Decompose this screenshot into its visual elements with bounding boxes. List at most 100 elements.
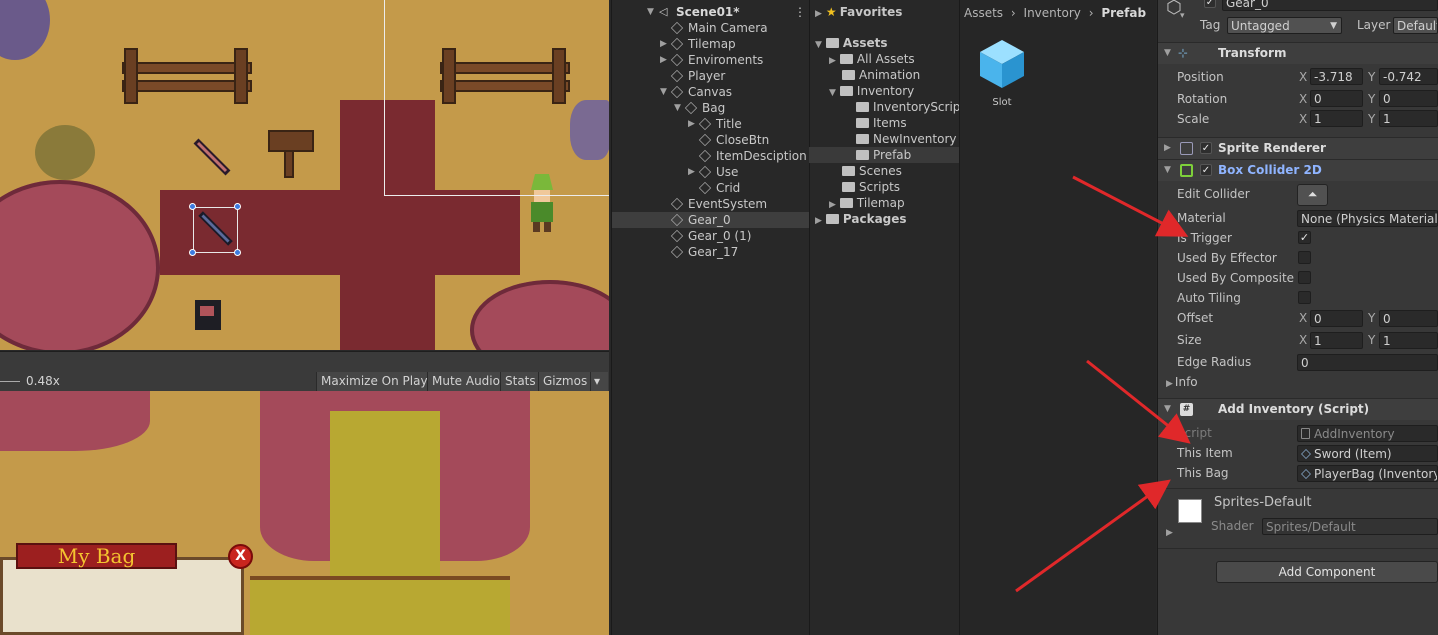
is-trigger-checkbox[interactable]: ✓ xyxy=(1298,231,1311,244)
hierarchy-item[interactable]: ▼ Canvas xyxy=(612,84,810,100)
hierarchy-item[interactable]: ▶ Use xyxy=(612,164,810,180)
object-name-field[interactable]: Gear_0 xyxy=(1222,0,1438,11)
offset-x-field[interactable]: 0 xyxy=(1310,310,1363,327)
hierarchy-item-selected[interactable]: Gear_0 xyxy=(612,212,810,228)
mute-audio-button[interactable]: Mute Audio xyxy=(427,372,504,391)
active-toggle[interactable]: ✓ xyxy=(1204,0,1216,8)
add-inventory-header[interactable]: ▼ # Add Inventory (Script) xyxy=(1158,398,1438,420)
sword-sprite-gear-0-1[interactable] xyxy=(190,135,235,180)
project-folder[interactable]: ▼ Inventory xyxy=(829,83,914,99)
hierarchy-item[interactable]: Player xyxy=(612,68,810,84)
project-folder[interactable]: Scripts xyxy=(842,179,900,195)
resize-handle[interactable] xyxy=(234,203,241,210)
axis-y-label: Y xyxy=(1368,112,1376,126)
hierarchy-item[interactable]: Main Camera xyxy=(612,20,810,36)
axis-y-label: Y xyxy=(1368,70,1376,84)
scale-y-field[interactable]: 1 xyxy=(1379,110,1438,127)
size-x-field[interactable]: 1 xyxy=(1310,332,1363,349)
hierarchy-item[interactable]: Gear_17 xyxy=(612,244,810,260)
maximize-on-play-button[interactable]: Maximize On Play xyxy=(316,372,432,391)
sprite-renderer-header[interactable]: ▶ ✓ Sprite Renderer xyxy=(1158,137,1438,159)
edit-collider-button[interactable]: ⏶ xyxy=(1297,184,1328,206)
hierarchy-scene-row[interactable]: ▼ ◁ Scene01* ⋮ xyxy=(612,4,810,20)
rotation-x-field[interactable]: 0 xyxy=(1310,90,1363,107)
this-bag-field[interactable]: PlayerBag (InventoryBag) xyxy=(1297,465,1438,482)
transform-title: Transform xyxy=(1218,46,1287,60)
gameobject-icon xyxy=(684,101,698,115)
transform-header[interactable]: ▼ ⊹ Transform xyxy=(1158,42,1438,64)
resize-handle[interactable] xyxy=(189,249,196,256)
hierarchy-item[interactable]: CloseBtn xyxy=(612,132,810,148)
breadcrumb-item[interactable]: Inventory xyxy=(1024,6,1081,20)
project-favorites[interactable]: ▶ ★ Favorites xyxy=(815,4,902,20)
layer-dropdown[interactable]: Default xyxy=(1393,17,1438,34)
sprite-renderer-icon xyxy=(1180,142,1193,155)
folder-icon xyxy=(856,150,869,160)
sprite-renderer-enabled-toggle[interactable]: ✓ xyxy=(1200,142,1212,154)
this-item-value: Sword (Item) xyxy=(1314,447,1392,461)
box-collider-enabled-toggle[interactable]: ✓ xyxy=(1200,164,1212,176)
tag-dropdown[interactable]: Untagged ▼ xyxy=(1227,17,1342,34)
add-component-button[interactable]: Add Component xyxy=(1216,561,1438,583)
breadcrumb-item[interactable]: Assets xyxy=(964,6,1003,20)
hierarchy-item[interactable]: ▶ Enviroments xyxy=(612,52,810,68)
hierarchy-item[interactable]: ▶ Title xyxy=(612,116,810,132)
this-item-label: This Item xyxy=(1177,446,1233,460)
hierarchy-item[interactable]: ▼ Bag xyxy=(612,100,810,116)
breadcrumb-item-current[interactable]: Prefab xyxy=(1101,6,1146,20)
project-folder[interactable]: Scenes xyxy=(842,163,902,179)
hierarchy-item[interactable]: ItemDesciption xyxy=(612,148,810,164)
favorites-label: Favorites xyxy=(839,5,903,19)
scene-view[interactable] xyxy=(0,0,609,350)
hierarchy-item[interactable]: Crid xyxy=(612,180,810,196)
gameobject-icon xyxy=(670,69,684,83)
hierarchy-menu-icon[interactable]: ⋮ xyxy=(794,4,806,20)
project-folder-selected[interactable]: Prefab xyxy=(856,147,911,163)
info-foldout[interactable]: ▶ Info xyxy=(1166,373,1198,391)
size-y-field[interactable]: 1 xyxy=(1379,332,1438,349)
position-y-field[interactable]: -0.742 xyxy=(1379,68,1438,85)
rotation-y-field[interactable]: 0 xyxy=(1379,90,1438,107)
armor-sprite-gear-17[interactable] xyxy=(185,292,233,340)
material-preview[interactable] xyxy=(1178,499,1202,523)
shader-field: Sprites/Default xyxy=(1262,518,1438,535)
script-field: AddInventory xyxy=(1297,425,1438,442)
project-folder[interactable]: ▶ All Assets xyxy=(829,51,915,67)
project-folder[interactable]: InventoryScript xyxy=(856,99,965,115)
position-x-field[interactable]: -3.718 xyxy=(1310,68,1363,85)
hierarchy-item[interactable]: Gear_0 (1) xyxy=(612,228,810,244)
project-packages[interactable]: ▶ Packages xyxy=(815,211,907,227)
star-icon: ★ xyxy=(825,5,837,19)
project-folder[interactable]: Animation xyxy=(842,67,920,83)
this-item-field[interactable]: Sword (Item) xyxy=(1297,445,1438,462)
asset-slot-prefab[interactable]: Slot xyxy=(976,38,1028,110)
project-folder[interactable]: ▶ Tilemap xyxy=(829,195,905,211)
project-assets[interactable]: ▼ Assets xyxy=(815,35,888,51)
icon-dropdown-icon[interactable]: ▾ xyxy=(1180,11,1185,21)
project-folder[interactable]: Items xyxy=(856,115,907,131)
scale-x-field[interactable]: 1 xyxy=(1310,110,1363,127)
material-foldout-icon[interactable]: ▶ xyxy=(1166,528,1173,538)
offset-y-field[interactable]: 0 xyxy=(1379,310,1438,327)
hierarchy-item[interactable]: EventSystem xyxy=(612,196,810,212)
gizmos-button[interactable]: Gizmos xyxy=(538,372,590,391)
stats-button[interactable]: Stats xyxy=(500,372,540,391)
shader-label: Shader xyxy=(1211,519,1254,533)
gizmos-dropdown-icon[interactable]: ▾ xyxy=(590,372,608,391)
box-collider-header[interactable]: ▼ ✓ Box Collider 2D xyxy=(1158,159,1438,181)
used-by-effector-checkbox[interactable] xyxy=(1298,251,1311,264)
scene-name: Scene01* xyxy=(676,5,740,19)
hierarchy-item[interactable]: ▶ Tilemap xyxy=(612,36,810,52)
used-by-composite-checkbox[interactable] xyxy=(1298,271,1311,284)
zoom-slider[interactable] xyxy=(0,381,20,382)
auto-tiling-checkbox[interactable] xyxy=(1298,291,1311,304)
resize-handle[interactable] xyxy=(189,203,196,210)
bag-close-button[interactable]: X xyxy=(228,544,253,569)
folder-icon xyxy=(842,166,855,176)
folder-icon xyxy=(825,38,839,48)
edge-radius-field[interactable]: 0 xyxy=(1297,354,1438,371)
material-field[interactable]: None (Physics Material 2D) xyxy=(1297,210,1438,227)
axis-y-label: Y xyxy=(1368,333,1376,347)
project-folder[interactable]: NewInventory xyxy=(856,131,957,147)
resize-handle[interactable] xyxy=(234,249,241,256)
